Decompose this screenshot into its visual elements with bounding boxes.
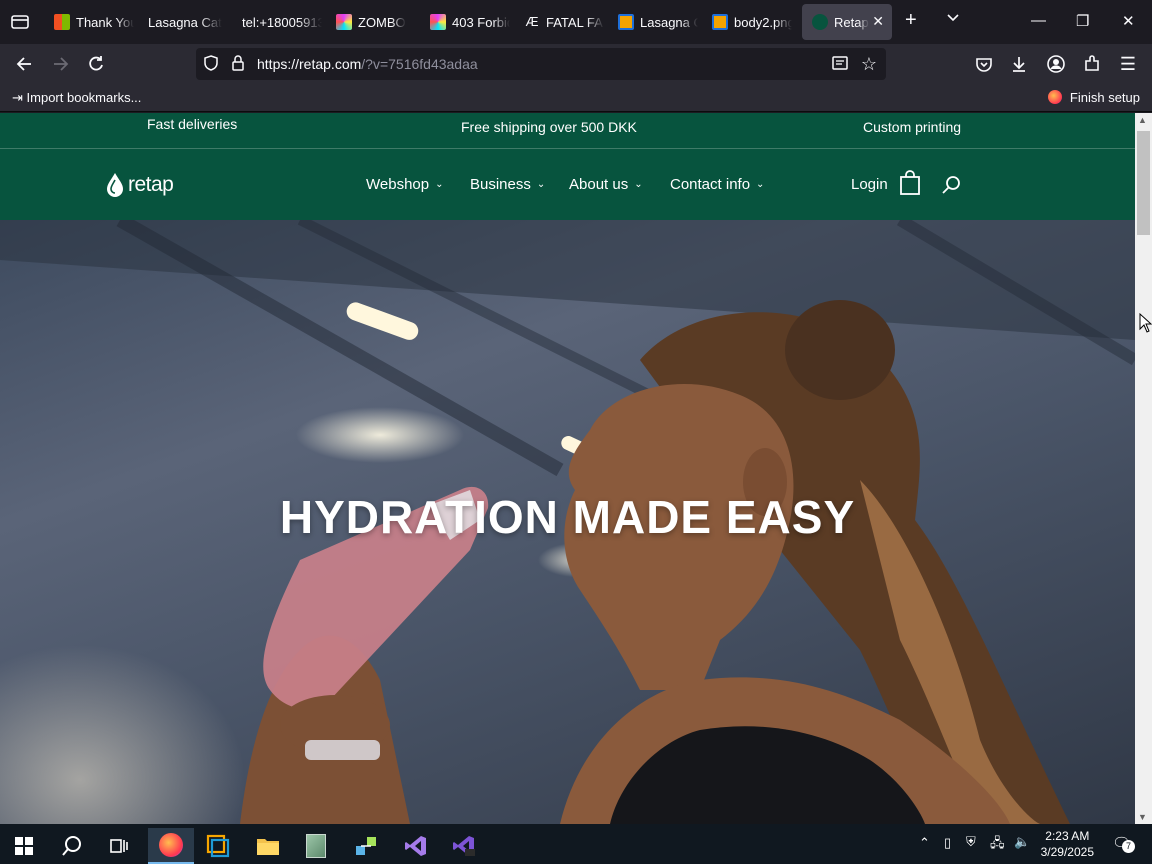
restore-icon[interactable]: ❐ xyxy=(1076,12,1089,30)
tab-retap[interactable]: Retap ✕ xyxy=(802,4,892,40)
visual-studio-preview-icon[interactable] xyxy=(444,828,484,864)
tab-body2-png[interactable]: body2.png xyxy=(706,4,792,40)
account-icon[interactable] xyxy=(1046,54,1066,74)
tab-tel[interactable]: tel:+18005913 xyxy=(236,4,322,40)
network-tool-icon[interactable] xyxy=(346,828,386,864)
tab-zombo[interactable]: ZOMBO xyxy=(330,4,416,40)
retap-logo[interactable]: retap xyxy=(105,172,174,198)
firefox-logo-icon xyxy=(1048,90,1063,104)
reader-view-icon[interactable] xyxy=(830,54,850,74)
lasagna-cat-icon xyxy=(712,14,728,30)
topbar-free-shipping: Free shipping over 500 DKK xyxy=(461,119,637,135)
import-icon: ⇥ xyxy=(12,90,23,105)
hero-title: HYDRATION MADE EASY xyxy=(279,491,856,543)
windows-taskbar: ⌃ ▯ ⛨ 🖧 🔈 2:23 AM 3/29/2025 🗨 7 xyxy=(0,824,1152,864)
task-view-icon[interactable] xyxy=(100,828,140,864)
chevron-down-icon: ⌄ xyxy=(536,179,546,190)
start-icon[interactable] xyxy=(4,828,44,864)
system-clock[interactable]: 2:23 AM 3/29/2025 xyxy=(1041,828,1094,860)
forward-icon[interactable] xyxy=(51,54,71,74)
new-tab-icon[interactable]: + xyxy=(905,9,917,32)
chevron-down-icon: ⌄ xyxy=(756,179,765,190)
firefox-view-icon[interactable] xyxy=(10,12,30,32)
notepad-map-icon[interactable] xyxy=(296,828,336,864)
notification-center-icon[interactable]: 🗨 7 xyxy=(1112,834,1135,853)
close-tab-icon[interactable]: ✕ xyxy=(872,13,884,30)
shopping-bag-icon[interactable] xyxy=(899,170,921,201)
zombo-colorful-icon xyxy=(336,14,352,30)
topbar-custom-printing: Custom printing xyxy=(863,119,962,135)
volume-muted-icon[interactable]: 🔈 xyxy=(1014,834,1030,850)
menu-business[interactable]: Business ⌄ xyxy=(470,176,545,193)
tab-403-forbidden[interactable]: 403 Forbidden xyxy=(424,4,510,40)
retap-drop-icon xyxy=(107,173,123,197)
app-menu-icon[interactable]: ☰ xyxy=(1118,54,1138,74)
finish-setup-button[interactable]: Finish setup xyxy=(1048,90,1140,105)
extensions-icon[interactable] xyxy=(1082,54,1102,74)
page-scrollbar[interactable]: ▲ ▼ xyxy=(1135,113,1152,824)
pocket-icon[interactable] xyxy=(974,54,994,74)
web-page-viewport: Fast deliveries Free shipping over 500 D… xyxy=(0,113,1135,824)
show-hidden-icons-icon[interactable]: ⌃ xyxy=(919,835,930,851)
menu-contact-info[interactable]: Contact info ⌄ xyxy=(670,176,764,193)
url-bar[interactable]: https://retap.com/?v=7516fd43adaa ☆ xyxy=(196,48,886,80)
back-icon[interactable] xyxy=(14,54,34,74)
site-header: retap Webshop ⌄ Business ⌄ About us ⌄ Conta… xyxy=(0,150,1135,220)
menu-webshop[interactable]: Webshop ⌄ xyxy=(366,176,444,193)
search-icon[interactable] xyxy=(52,828,92,864)
import-bookmarks-button[interactable]: ⇥ Import bookmarks... xyxy=(12,90,141,106)
list-all-tabs-icon[interactable] xyxy=(946,10,960,28)
search-icon[interactable] xyxy=(941,174,963,201)
phone-link-icon[interactable]: ▯ xyxy=(944,835,951,851)
site-topbar: Fast deliveries Free shipping over 500 D… xyxy=(0,113,1135,149)
bookmarks-toolbar: ⇥ Import bookmarks... Finish setup xyxy=(0,84,1152,112)
fatal-logo-icon: Æ xyxy=(525,14,539,29)
lock-icon[interactable] xyxy=(228,54,248,74)
scroll-down-icon[interactable]: ▼ xyxy=(1138,812,1147,822)
defender-icon[interactable]: ⛨ xyxy=(966,834,976,850)
tracking-shield-icon[interactable] xyxy=(201,54,221,74)
visual-studio-icon[interactable] xyxy=(396,828,436,864)
vmware-icon[interactable] xyxy=(198,828,238,864)
lasagna-cat-icon xyxy=(618,14,634,30)
menu-about-us[interactable]: About us ⌄ xyxy=(569,176,643,193)
tab-lasagna-cat[interactable]: Lasagna Cat xyxy=(142,4,228,40)
bookmark-star-icon[interactable]: ☆ xyxy=(859,54,879,74)
zombo-colorful-icon xyxy=(430,14,446,30)
chevron-down-icon: ⌄ xyxy=(634,179,643,190)
scrollbar-thumb[interactable] xyxy=(1137,131,1150,235)
login-link[interactable]: Login xyxy=(851,176,888,193)
tab-lasagna-c[interactable]: Lasagna C xyxy=(612,4,698,40)
firefox-icon[interactable] xyxy=(148,828,194,864)
chevron-down-icon: ⌄ xyxy=(435,179,444,190)
notification-count-badge: 7 xyxy=(1122,840,1135,853)
microsoft-logo-icon xyxy=(54,14,70,30)
navigation-toolbar: https://retap.com/?v=7516fd43adaa ☆ ☰ xyxy=(0,44,1152,84)
downloads-icon[interactable] xyxy=(1009,54,1029,74)
tab-thank-you[interactable]: Thank You xyxy=(48,4,134,40)
reload-icon[interactable] xyxy=(86,54,106,74)
network-icon[interactable]: 🖧 xyxy=(990,834,1005,856)
retap-drop-icon xyxy=(812,14,828,30)
hero-banner: HYDRATION MADE EASY xyxy=(0,220,1135,824)
file-explorer-icon[interactable] xyxy=(248,828,288,864)
scroll-up-icon[interactable]: ▲ xyxy=(1138,115,1147,125)
browser-tab-strip: Thank You Lasagna Cat tel:+18005913 ZOMB… xyxy=(0,0,1152,44)
close-window-icon[interactable]: ✕ xyxy=(1122,12,1135,30)
mouse-cursor-icon xyxy=(1139,312,1152,338)
tab-fatal-fail[interactable]: Æ FATAL FAIL xyxy=(518,4,605,40)
topbar-fast-deliveries: Fast deliveries xyxy=(147,116,238,132)
minimize-icon[interactable]: — xyxy=(1031,12,1046,29)
url-text[interactable]: https://retap.com/?v=7516fd43adaa xyxy=(257,56,478,72)
